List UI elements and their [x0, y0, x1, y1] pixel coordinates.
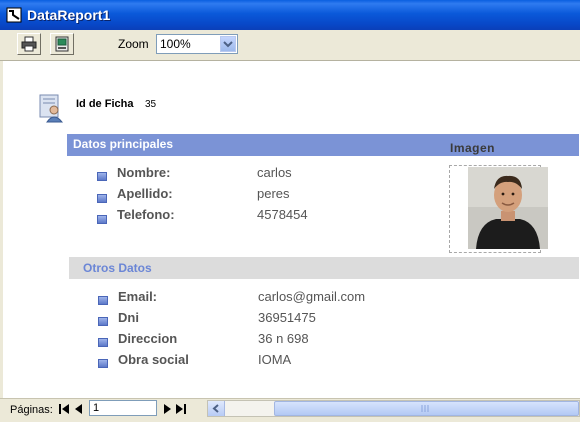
page-number-input[interactable]: 1: [89, 400, 157, 416]
dropdown-arrow-icon[interactable]: [220, 36, 236, 52]
bullet-icon: [97, 194, 107, 203]
field-value: 36 n 698: [258, 331, 309, 346]
report-icon: [6, 7, 22, 23]
printer-icon: [21, 36, 37, 52]
scroll-left-icon[interactable]: [208, 401, 225, 416]
export-button[interactable]: [50, 33, 74, 55]
toolbar: [0, 30, 580, 61]
previous-page-icon[interactable]: [72, 402, 86, 416]
next-page-icon[interactable]: [160, 402, 174, 416]
window-title: DataReport1: [27, 7, 111, 23]
export-icon: [55, 36, 69, 52]
bullet-icon: [98, 338, 108, 347]
field-value: carlos: [257, 165, 292, 180]
person-photo: [468, 167, 548, 249]
field-label: Direccion: [118, 331, 178, 346]
field-label: Telefono:: [117, 207, 175, 222]
image-title: Imagen: [450, 141, 496, 155]
field-label: Obra social: [118, 352, 189, 367]
zoom-value: 100%: [160, 37, 191, 51]
field-value: 4578454: [257, 207, 308, 222]
zoom-select[interactable]: 100%: [156, 34, 238, 54]
field-value: peres: [257, 186, 290, 201]
zoom-label: Zoom: [118, 37, 149, 51]
field-value: IOMA: [258, 352, 292, 367]
horizontal-scrollbar[interactable]: [207, 400, 580, 417]
field-label: Email:: [118, 289, 158, 304]
field-value: 36951475: [258, 310, 316, 325]
main-section-title: Datos principales: [73, 137, 174, 151]
bullet-icon: [97, 215, 107, 224]
last-page-icon[interactable]: [174, 402, 188, 416]
report-canvas: Id de Ficha 35 Datos principales Imagen …: [3, 61, 580, 398]
title-bar[interactable]: DataReport1: [0, 0, 580, 30]
id-value: 35: [145, 99, 157, 110]
bullet-icon: [98, 317, 108, 326]
pages-label: Páginas:: [10, 404, 53, 416]
field-value: carlos@gmail.com: [258, 289, 366, 304]
print-button[interactable]: [17, 33, 41, 55]
id-label: Id de Ficha: [76, 98, 134, 110]
scroll-thumb[interactable]: [274, 401, 579, 416]
field-label: Dni: [118, 310, 139, 325]
page-number-value: 1: [93, 402, 100, 414]
first-page-icon[interactable]: [57, 402, 71, 416]
field-label: Apellido:: [117, 186, 173, 201]
bullet-icon: [98, 359, 108, 368]
contact-card-icon: [39, 94, 64, 123]
bullet-icon: [98, 296, 108, 305]
field-label: Nombre:: [117, 165, 171, 180]
bullet-icon: [97, 172, 107, 181]
other-section-title: Otros Datos: [83, 261, 152, 275]
